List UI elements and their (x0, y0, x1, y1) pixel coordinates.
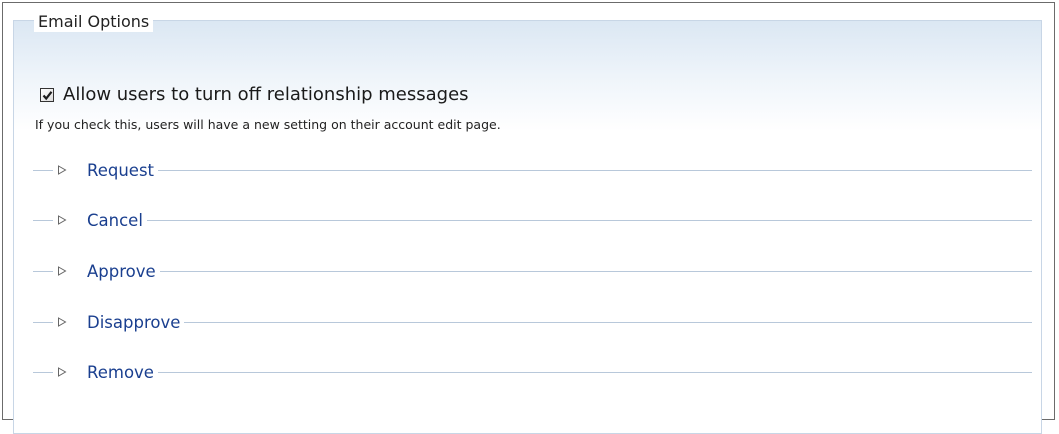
section-rule (33, 270, 53, 272)
fieldset-legend: Email Options (34, 12, 154, 32)
expand-triangle-icon[interactable] (53, 165, 71, 175)
section-label[interactable]: Disapprove (71, 313, 184, 332)
section-label[interactable]: Remove (71, 363, 158, 382)
section-label[interactable]: Approve (71, 262, 160, 281)
setting-description: If you check this, users will have a new… (35, 117, 501, 132)
expand-triangle-icon[interactable] (53, 317, 71, 327)
section-rule (158, 169, 1032, 171)
section-rule (159, 270, 1032, 272)
section-rule (33, 371, 53, 373)
section-label[interactable]: Request (71, 161, 158, 180)
section-rule (33, 169, 53, 171)
section-rule (146, 219, 1032, 221)
section-rule (184, 321, 1032, 323)
expand-triangle-icon[interactable] (53, 266, 71, 276)
section-rule (157, 371, 1032, 373)
allow-optout-label[interactable]: Allow users to turn off relationship mes… (63, 84, 469, 106)
section-approve[interactable]: Approve (33, 260, 1032, 282)
checkmark-icon (42, 90, 52, 100)
allow-optout-row: Allow users to turn off relationship mes… (40, 84, 469, 106)
expand-triangle-icon[interactable] (53, 215, 71, 225)
section-remove[interactable]: Remove (33, 361, 1032, 383)
section-disapprove[interactable]: Disapprove (33, 311, 1032, 333)
section-cancel[interactable]: Cancel (33, 209, 1032, 231)
section-label[interactable]: Cancel (71, 211, 147, 230)
section-rule (33, 219, 53, 221)
expand-triangle-icon[interactable] (53, 367, 71, 377)
allow-optout-checkbox[interactable] (40, 88, 54, 102)
section-rule (33, 321, 53, 323)
section-request[interactable]: Request (33, 159, 1032, 181)
